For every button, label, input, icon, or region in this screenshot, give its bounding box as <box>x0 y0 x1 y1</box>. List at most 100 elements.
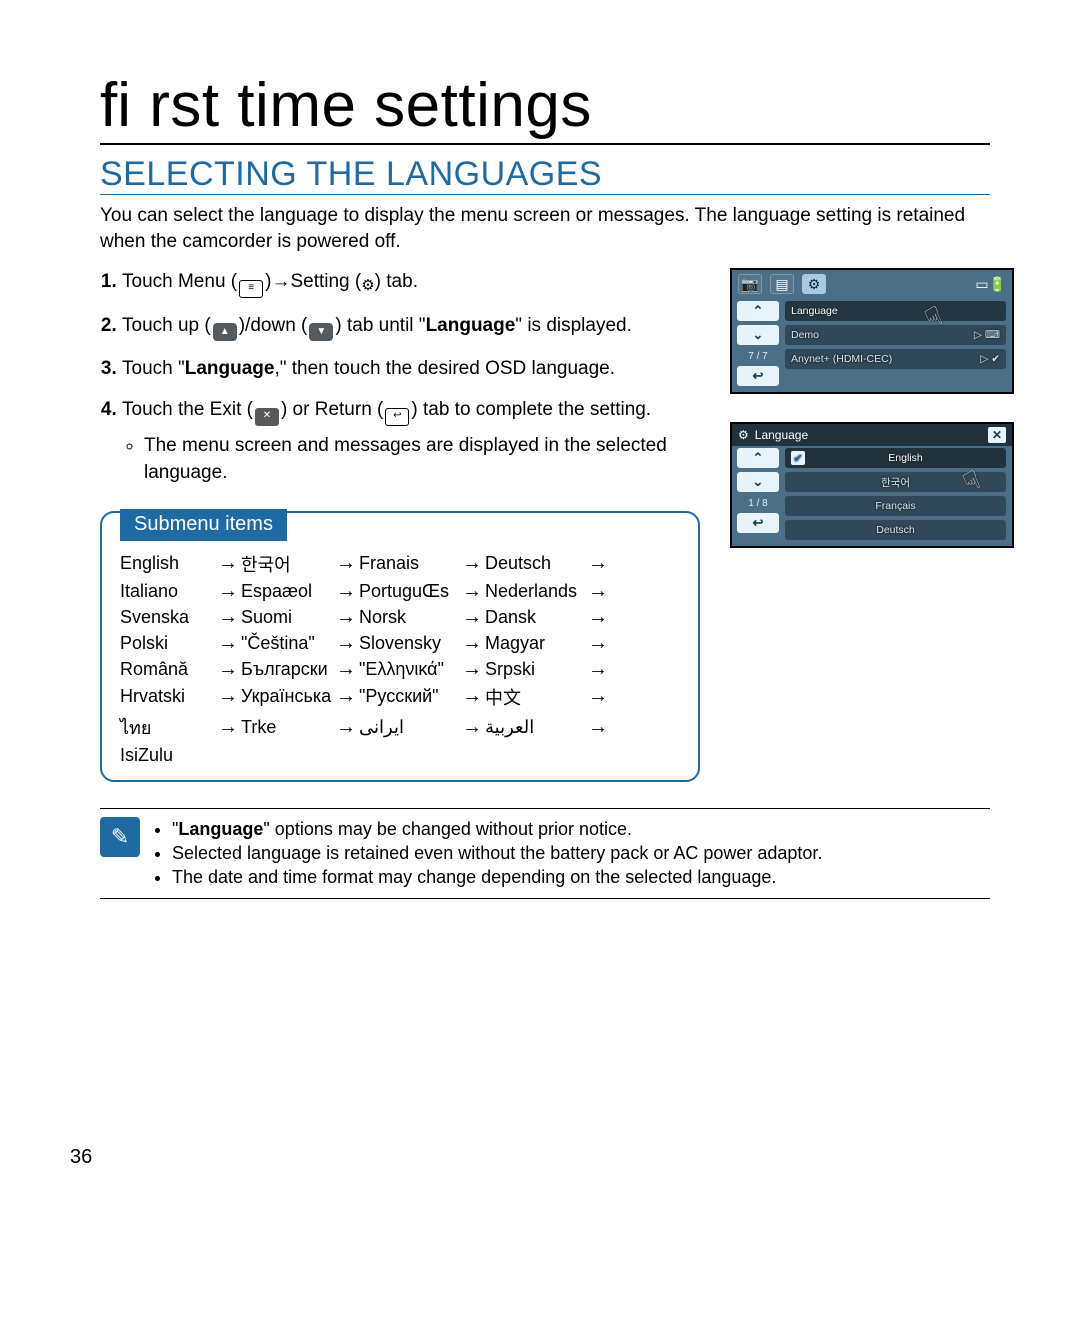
arrow-right-icon: → <box>585 716 611 739</box>
arrow-right-icon: → <box>333 685 359 708</box>
language-name-cell: Română <box>120 659 215 680</box>
language-name-cell: "Ελληνικά" <box>359 659 459 680</box>
step-2: Touch up (▲)/down (▼) tab until "Languag… <box>122 312 700 341</box>
note-item: Selected language is retained even witho… <box>172 841 822 865</box>
language-name-cell: IsiZulu <box>120 745 215 766</box>
up-arrow-icon: ▲ <box>213 323 237 341</box>
osd2-up-button[interactable]: ⌃ <box>737 448 779 468</box>
language-name-cell: Norsk <box>359 607 459 628</box>
language-name-cell: Українська <box>241 686 333 707</box>
arrow-right-icon: → <box>333 632 359 655</box>
note-item: The date and time format may change depe… <box>172 865 822 889</box>
intro-paragraph: You can select the language to display t… <box>100 203 990 254</box>
osd2-item-english[interactable]: ✔ English <box>785 448 1006 468</box>
arrow-right-icon: → <box>215 658 241 681</box>
language-name-cell: Espaæol <box>241 581 333 602</box>
osd2-return-button[interactable]: ↩ <box>737 513 779 533</box>
arrow-right-icon: → <box>459 606 485 629</box>
arrow-right-icon: → <box>333 716 359 739</box>
arrow-right-icon: → <box>459 685 485 708</box>
notes-list: "Language" options may be changed withou… <box>154 817 822 890</box>
language-name-cell: ايرانى <box>359 717 459 738</box>
camera-mode-icon[interactable]: 📷 <box>738 274 762 294</box>
osd2-rows: ✔ English 한국어 Français Deutsch <box>783 446 1012 546</box>
arrow-right-icon: → <box>459 580 485 603</box>
exit-x-icon: ✕ <box>255 408 279 426</box>
page-number: 36 <box>70 1146 92 1169</box>
arrow-right-icon: → <box>585 580 611 603</box>
step-4-sub: The menu screen and messages are display… <box>126 432 700 487</box>
language-name-cell: العربية <box>485 717 585 738</box>
osd2-item-deutsch[interactable]: Deutsch <box>785 520 1006 540</box>
arrow-right-icon: → <box>333 552 359 575</box>
content-row: Touch Menu (≡)→Setting (⚙) tab. Touch up… <box>100 268 990 781</box>
language-name-cell: Magyar <box>485 633 585 654</box>
down-arrow-icon: ▼ <box>309 323 333 341</box>
language-name-cell: Deutsch <box>485 553 585 574</box>
language-name-cell: Nederlands <box>485 581 585 602</box>
osd2-close-button[interactable]: ✕ <box>988 427 1006 443</box>
osd1-anynet-value-icon: ▷ ✔ <box>980 353 1000 365</box>
submenu-tab: Submenu items <box>120 509 287 541</box>
language-name-cell: 中文 <box>485 684 585 710</box>
osd2-title: Language <box>755 428 808 442</box>
steps-column: Touch Menu (≡)→Setting (⚙) tab. Touch up… <box>100 268 700 781</box>
osd1-side-buttons: ⌃ ⌄ 7 / 7 ↩ <box>732 299 783 392</box>
arrow-right-icon: → <box>215 606 241 629</box>
settings-mode-icon[interactable]: ⚙ <box>802 274 826 294</box>
arrow-right-icon: → <box>215 552 241 575</box>
osd1-topbar: 📷 ▤ ⚙ ▭🔋 <box>732 270 1012 299</box>
language-name-cell: Franais <box>359 553 459 574</box>
notes-block: ✎ "Language" options may be changed with… <box>100 808 990 899</box>
arrow-right-icon: → <box>333 580 359 603</box>
osd2-side-buttons: ⌃ ⌄ 1 / 8 ↩ <box>732 446 783 546</box>
osd2-item-francais[interactable]: Français <box>785 496 1006 516</box>
step-3: Touch "Language," then touch the desired… <box>122 355 700 383</box>
arrow-right-icon: → <box>585 552 611 575</box>
language-name-cell: "Čeština" <box>241 633 333 654</box>
osd1-rows: Language Demo ▷ ⌨ Anynet+ (HDMI-CEC) ▷ ✔ <box>783 299 1012 392</box>
step-4: Touch the Exit (✕) or Return (↩) tab to … <box>122 396 700 486</box>
osd2-item-korean[interactable]: 한국어 <box>785 472 1006 492</box>
language-name-cell: Български <box>241 659 333 680</box>
language-name-cell: Dansk <box>485 607 585 628</box>
arrow-right-icon: → <box>215 685 241 708</box>
language-name-cell: Srpski <box>485 659 585 680</box>
osd2-header: ⚙ Language ✕ <box>732 424 1012 446</box>
osd-language-list: ⚙ Language ✕ ⌃ ⌄ 1 / 8 ↩ ✔ English <box>730 422 1014 548</box>
osd1-page-indicator: 7 / 7 <box>737 351 779 362</box>
language-name-cell: ไทย <box>120 713 215 742</box>
language-name-cell: Italiano <box>120 581 215 602</box>
arrow-right-icon: → <box>215 716 241 739</box>
battery-indicator-icon: ▭🔋 <box>975 276 1006 293</box>
arrow-right-icon: → <box>215 580 241 603</box>
osd1-demo-value-icon: ▷ ⌨ <box>974 329 1000 341</box>
page-title: ﬁ rst time settings <box>100 70 990 145</box>
language-name-cell: Trke <box>241 717 333 738</box>
osd1-row-language[interactable]: Language <box>785 301 1006 321</box>
osd1-row-demo[interactable]: Demo ▷ ⌨ <box>785 325 1006 345</box>
language-name-cell: "Русский" <box>359 686 459 707</box>
arrow-right-icon: → <box>585 606 611 629</box>
note-item: "Language" options may be changed withou… <box>172 817 822 841</box>
osd1-up-button[interactable]: ⌃ <box>737 301 779 321</box>
menu-icon: ≡ <box>239 280 263 298</box>
osd1-row-anynet[interactable]: Anynet+ (HDMI-CEC) ▷ ✔ <box>785 349 1006 369</box>
osd1-down-button[interactable]: ⌄ <box>737 325 779 345</box>
note-pencil-icon: ✎ <box>100 817 140 857</box>
arrow-right-icon: → <box>585 685 611 708</box>
osd2-down-button[interactable]: ⌄ <box>737 472 779 492</box>
arrow-right-icon: → <box>459 658 485 681</box>
language-name-cell: Polski <box>120 633 215 654</box>
language-grid: English→한국어→Franais→Deutsch→Italiano→Esp… <box>120 551 680 766</box>
language-name-cell: English <box>120 553 215 574</box>
edit-mode-icon[interactable]: ▤ <box>770 274 794 294</box>
osd2-page-indicator: 1 / 8 <box>737 498 779 509</box>
return-arrow-icon: ↩ <box>385 408 409 426</box>
arrow-right-icon: → <box>585 658 611 681</box>
osd1-return-button[interactable]: ↩ <box>737 366 779 386</box>
osd-column: 📷 ▤ ⚙ ▭🔋 ⌃ ⌄ 7 / 7 ↩ Language <box>730 268 1030 781</box>
step-1: Touch Menu (≡)→Setting (⚙) tab. <box>122 268 700 297</box>
arrow-right-icon: → <box>459 552 485 575</box>
arrow-right-icon: → <box>459 632 485 655</box>
